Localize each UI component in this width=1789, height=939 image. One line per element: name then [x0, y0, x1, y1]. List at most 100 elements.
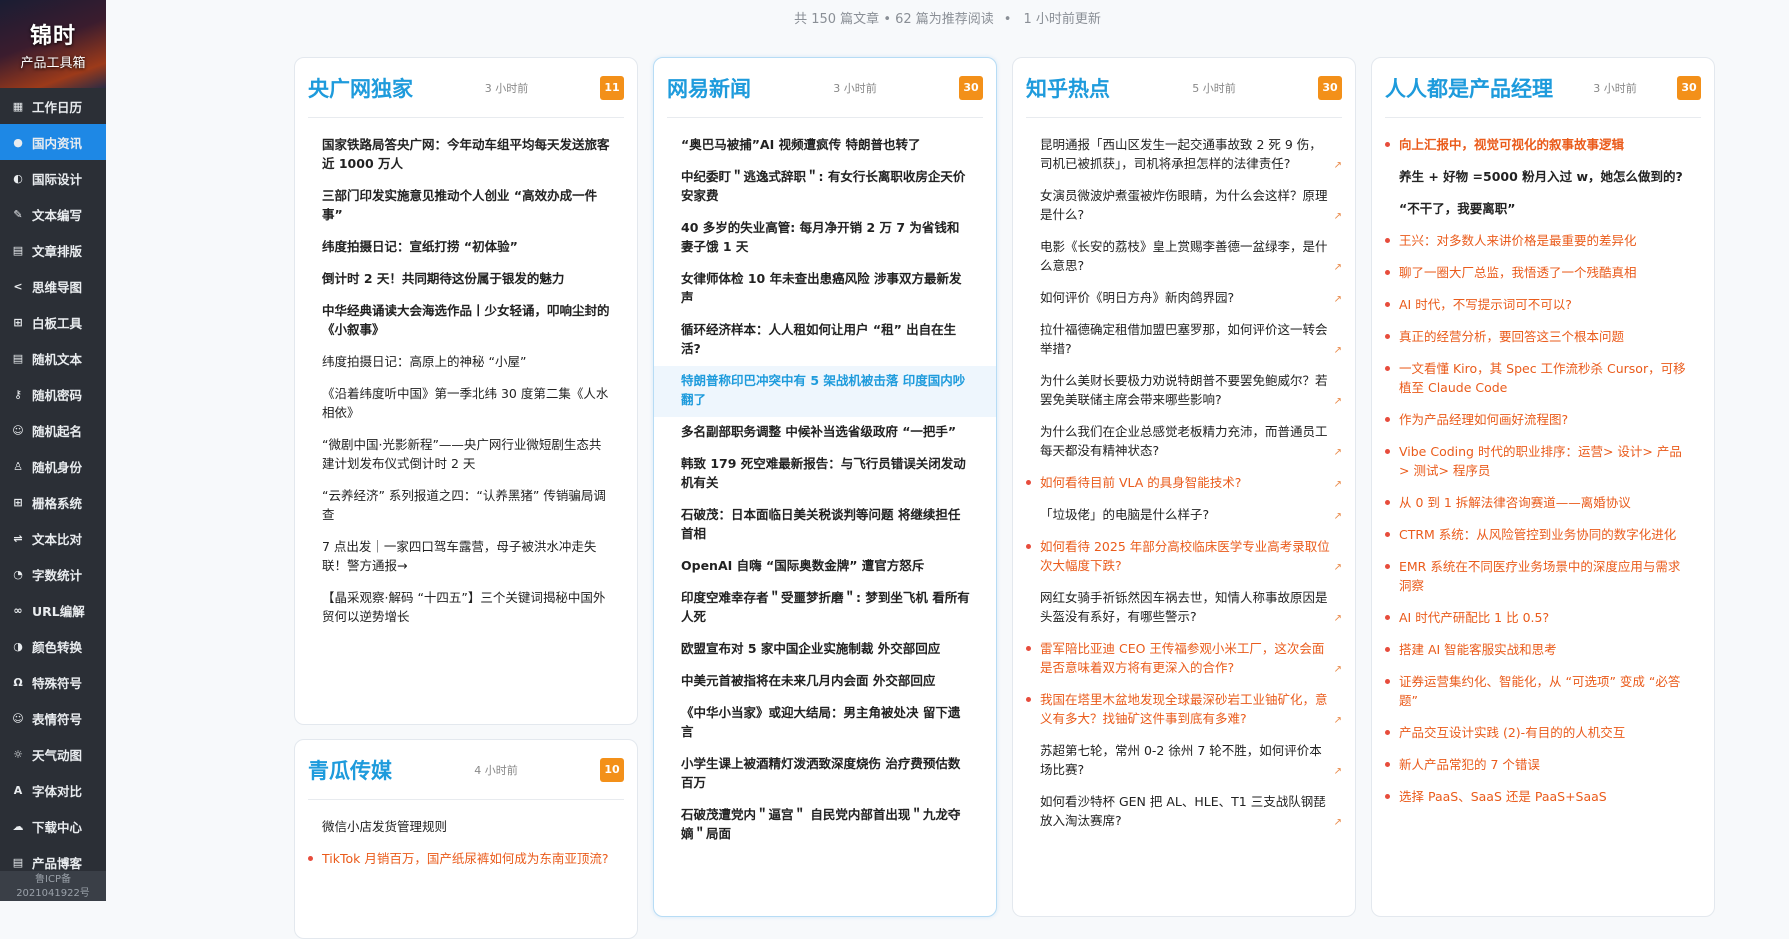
sidebar-item-7[interactable]: ▤ 随机文本 — [0, 340, 106, 376]
article-item[interactable]: 雷军陪比亚迪 CEO 王传福参观小米工厂，这次会面是否意味着双方将有更深入的合作… — [1026, 634, 1342, 685]
article-item[interactable]: 循环经济样本：人人租如何让用户 “租” 出自在生活? — [667, 315, 983, 366]
article-item[interactable]: 从 0 到 1 拆解法律咨询赛道——离婚协议 — [1385, 488, 1701, 520]
article-item[interactable]: 欧盟宣布对 5 家中国企业实施制裁 外交部回应 — [667, 634, 983, 666]
sidebar-item-4[interactable]: ▤ 文章排版 — [0, 232, 106, 268]
sidebar-item-11[interactable]: ⊞ 栅格系统 — [0, 484, 106, 520]
sidebar-item-6[interactable]: ⊞ 白板工具 — [0, 304, 106, 340]
article-item[interactable]: 网红女骑手祈铄然因车祸去世，知情人称事故原因是头盔没有系好，有哪些警示? ↗ — [1026, 583, 1342, 634]
article-item[interactable]: 「垃圾佬」的电脑是什么样子? ↗ — [1026, 500, 1342, 532]
sidebar-item-18[interactable]: ☼ 天气动图 — [0, 736, 106, 772]
article-item[interactable]: 多名副部职务调整 中候补当选省级政府 “一把手” — [667, 417, 983, 449]
article-item[interactable]: “不干了，我要离职” — [1385, 194, 1701, 226]
article-item[interactable]: 一文看懂 Kiro，其 Spec 工作流秒杀 Cursor，可移植至 Claud… — [1385, 354, 1701, 405]
article-item[interactable]: 昆明通报「西山区发生一起交通事故致 2 死 9 伤，司机已被抓获」，司机将承担怎… — [1026, 130, 1342, 181]
article-item[interactable]: 产品交互设计实践 (2)-有目的的人机交互 — [1385, 718, 1701, 750]
article-item[interactable]: 为什么美财长要极力劝说特朗普不要罢免鲍威尔？若罢免美联储主席会带来哪些影响? ↗ — [1026, 366, 1342, 417]
article-item[interactable]: Vibe Coding 时代的职业排序：运营> 设计> 产品> 测试> 程序员 — [1385, 437, 1701, 488]
article-item[interactable]: 微信小店发货管理规则 — [308, 812, 624, 844]
article-item[interactable]: 搭建 AI 智能客服实战和思考 — [1385, 635, 1701, 667]
sidebar-item-19[interactable]: A 字体对比 — [0, 772, 106, 808]
article-item[interactable]: 养生 + 好物 =5000 粉月入过 w，她怎么做到的? — [1385, 162, 1701, 194]
article-item[interactable]: 女律师体检 10 年未查出患癌风险 涉事双方最新发声 — [667, 264, 983, 315]
article-item[interactable]: 如何看待目前 VLA 的具身智能技术? ↗ — [1026, 468, 1342, 500]
sidebar-nav: ▦ 工作日历 ● 国内资讯 ◐ 国际设计 ✎ 文本编写 ▤ 文章排版 < 思维导图 ⊞ 白板工具 ▤ 随机文本… — [0, 88, 106, 880]
sidebar-item-2[interactable]: ◐ 国际设计 — [0, 160, 106, 196]
article-item[interactable]: 《沿着纬度听中国》第一季北纬 30 度第二集《人水相依》 — [308, 379, 624, 430]
article-title: 向上汇报中，视觉可视化的叙事故事逻辑 — [1399, 137, 1625, 152]
sidebar-item-12[interactable]: ⇌ 文本比对 — [0, 520, 106, 556]
card-title[interactable]: 青瓜传媒 — [308, 755, 392, 785]
article-item[interactable]: 印度空难幸存者＂受噩梦折磨＂: 梦到坐飞机 看所有人死 — [667, 583, 983, 634]
article-item[interactable]: AI 时代产研配比 1 比 0.5? — [1385, 603, 1701, 635]
article-item[interactable]: 王兴：对多数人来讲价格是最重要的差异化 — [1385, 226, 1701, 258]
article-item[interactable]: 女演员微波炉煮蛋被炸伤眼睛，为什么会这样？原理是什么? ↗ — [1026, 181, 1342, 232]
article-item[interactable]: 中美元首被指将在未来几月内会面 外交部回应 — [667, 666, 983, 698]
article-item[interactable]: 《中华小当家》或迎大结局：男主角被处决 留下遗言 — [667, 698, 983, 749]
article-title: 为什么我们在企业总感觉老板精力充沛，而普通员工每天都没有精神状态? — [1040, 424, 1328, 458]
sidebar-item-label: 栅格系统 — [32, 495, 83, 511]
sidebar-item-10[interactable]: ♙ 随机身份 — [0, 448, 106, 484]
article-item[interactable]: 小学生课上被酒精灯泼洒致深度烧伤 治疗费预估数百万 — [667, 749, 983, 800]
article-item[interactable]: 国家铁路局答央广网：今年动车组平均每天发送旅客近 1000 万人 — [308, 130, 624, 181]
article-item[interactable]: 电影《长安的荔枝》皇上赏赐李善德一盆绿李，是什么意思? ↗ — [1026, 232, 1342, 283]
article-item[interactable]: 新人产品常犯的 7 个错误 — [1385, 750, 1701, 782]
article-item[interactable]: CTRM 系统：从风险管控到业务协同的数字化进化 — [1385, 520, 1701, 552]
article-item[interactable]: “微剧中国·光影新程”——央广网行业微短剧生态共建计划发布仪式倒计时 2 天 — [308, 430, 624, 481]
sidebar-item-13[interactable]: ◔ 字数统计 — [0, 556, 106, 592]
sidebar-item-14[interactable]: ∞ URL编解 — [0, 592, 106, 628]
logo-title: 锦时 — [29, 22, 76, 49]
article-item[interactable]: 为什么我们在企业总感觉老板精力充沛，而普通员工每天都没有精神状态? ↗ — [1026, 417, 1342, 468]
article-item[interactable]: 如何评价《明日方舟》新肉鸽界园? ↗ — [1026, 283, 1342, 315]
article-item[interactable]: 特朗普称印巴冲突中有 5 架战机被击落 印度国内吵翻了 — [654, 366, 996, 417]
logo[interactable]: 锦时 产品工具箱 — [0, 0, 106, 88]
article-item[interactable]: 如何看沙特杯 GEN 把 AL、HLE、T1 三支战队钢琵放入淘汰赛席? ↗ — [1026, 787, 1342, 838]
article-item[interactable]: “奥巴马被捕”AI 视频遭疯传 特朗普也转了 — [667, 130, 983, 162]
sidebar-item-label: 随机身份 — [32, 459, 83, 475]
icp-footer[interactable]: 鲁ICP备 2021041922号 — [0, 871, 106, 901]
article-item[interactable]: 拉什福德确定租借加盟巴塞罗那，如何评价这一转会举措? ↗ — [1026, 315, 1342, 366]
card-zhihu: 知乎热点 5 小时前 30 昆明通报「西山区发生一起交通事故致 2 死 9 伤，司机已… — [1012, 57, 1356, 917]
article-item[interactable]: AI 时代，不写提示词可不可以? — [1385, 290, 1701, 322]
article-item[interactable]: 如何看待 2025 年部分高校临床医学专业高考录取位次大幅度下跌? ↗ — [1026, 532, 1342, 583]
article-item[interactable]: 韩致 179 死空难最新报告：与飞行员错误关闭发动机有关 — [667, 449, 983, 500]
card-title[interactable]: 知乎热点 — [1026, 73, 1110, 103]
sidebar-item-20[interactable]: ☁ 下载中心 — [0, 808, 106, 844]
sidebar-item-15[interactable]: ◑ 颜色转换 — [0, 628, 106, 664]
card-title[interactable]: 央广网独家 — [308, 73, 413, 103]
article-item[interactable]: 40 多岁的失业高管: 每月净开销 2 万 7 为省钱和妻子饿 1 天 — [667, 213, 983, 264]
article-item[interactable]: OpenAI 自嗨 “国际奥数金牌” 遭官方怒斥 — [667, 551, 983, 583]
article-item[interactable]: 石破茂：日本面临日美关税谈判等问题 将继续担任首相 — [667, 500, 983, 551]
sidebar-item-5[interactable]: < 思维导图 — [0, 268, 106, 304]
article-item[interactable]: 7 点出发｜一家四口驾车露营，母子被洪水冲走失联！警方通报→ — [308, 532, 624, 583]
sidebar-item-3[interactable]: ✎ 文本编写 — [0, 196, 106, 232]
article-item[interactable]: TikTok 月销百万，国产纸尿裤如何成为东南亚顶流? — [308, 844, 624, 876]
article-item[interactable]: 我国在塔里木盆地发现全球最深砂岩工业铀矿化，意义有多大？找铀矿这件事到底有多难?… — [1026, 685, 1342, 736]
card-title[interactable]: 人人都是产品经理 — [1385, 73, 1553, 103]
article-item[interactable]: EMR 系统在不同医疗业务场景中的深度应用与需求洞察 — [1385, 552, 1701, 603]
sidebar-item-17[interactable]: ☺ 表情符号 — [0, 700, 106, 736]
article-item[interactable]: 真正的经营分析，要回答这三个根本问题 — [1385, 322, 1701, 354]
sidebar-item-8[interactable]: ⚷ 随机密码 — [0, 376, 106, 412]
sidebar-item-16[interactable]: Ω 特殊符号 — [0, 664, 106, 700]
sidebar-item-0[interactable]: ▦ 工作日历 — [0, 88, 106, 124]
article-item[interactable]: 选择 PaaS、SaaS 还是 PaaS+SaaS — [1385, 782, 1701, 814]
article-item[interactable]: 纬度拍摄日记：宣纸打捞 “初体验” — [308, 232, 624, 264]
article-item[interactable]: 中华经典诵读大会海选作品丨少女轻诵，叩响尘封的《小叙事》 — [308, 296, 624, 347]
article-item[interactable]: 【晶采观察·解码 “十四五”】三个关键词揭秘中国外贸何以逆势增长 — [308, 583, 624, 634]
article-item[interactable]: 石破茂遭党内＂逼宫＂ 自民党内部首出现＂九龙夺嫡＂局面 — [667, 800, 983, 851]
article-item[interactable]: 作为产品经理如何画好流程图? — [1385, 405, 1701, 437]
sidebar-item-1[interactable]: ● 国内资讯 — [0, 124, 106, 160]
card-title[interactable]: 网易新闻 — [667, 73, 751, 103]
article-item[interactable]: 苏超第七轮，常州 0-2 徐州 7 轮不胜，如何评价本场比赛? ↗ — [1026, 736, 1342, 787]
external-link-icon: ↗ — [1333, 817, 1342, 828]
sidebar-item-9[interactable]: ☺ 随机起名 — [0, 412, 106, 448]
article-item[interactable]: 纬度拍摄日记：高原上的神秘 “小屋” — [308, 347, 624, 379]
article-item[interactable]: 向上汇报中，视觉可视化的叙事故事逻辑 — [1385, 130, 1701, 162]
article-item[interactable]: 聊了一圈大厂总监，我悟透了一个残酷真相 — [1385, 258, 1701, 290]
article-title: 昆明通报「西山区发生一起交通事故致 2 死 9 伤，司机已被抓获」，司机将承担怎… — [1040, 137, 1322, 171]
article-item[interactable]: 倒计时 2 天！共同期待这份属于银发的魅力 — [308, 264, 624, 296]
article-item[interactable]: 证券运营集约化、智能化，从 “可选项” 变成 “必答题” — [1385, 667, 1701, 718]
article-item[interactable]: 三部门印发实施意见推动个人创业 “高效办成一件事” — [308, 181, 624, 232]
article-item[interactable]: “云养经济” 系列报道之四：“认养黑猪” 传销骗局调查 — [308, 481, 624, 532]
article-item[interactable]: 中纪委盯＂逃逸式辞职＂: 有女行长离职收房企天价安家费 — [667, 162, 983, 213]
